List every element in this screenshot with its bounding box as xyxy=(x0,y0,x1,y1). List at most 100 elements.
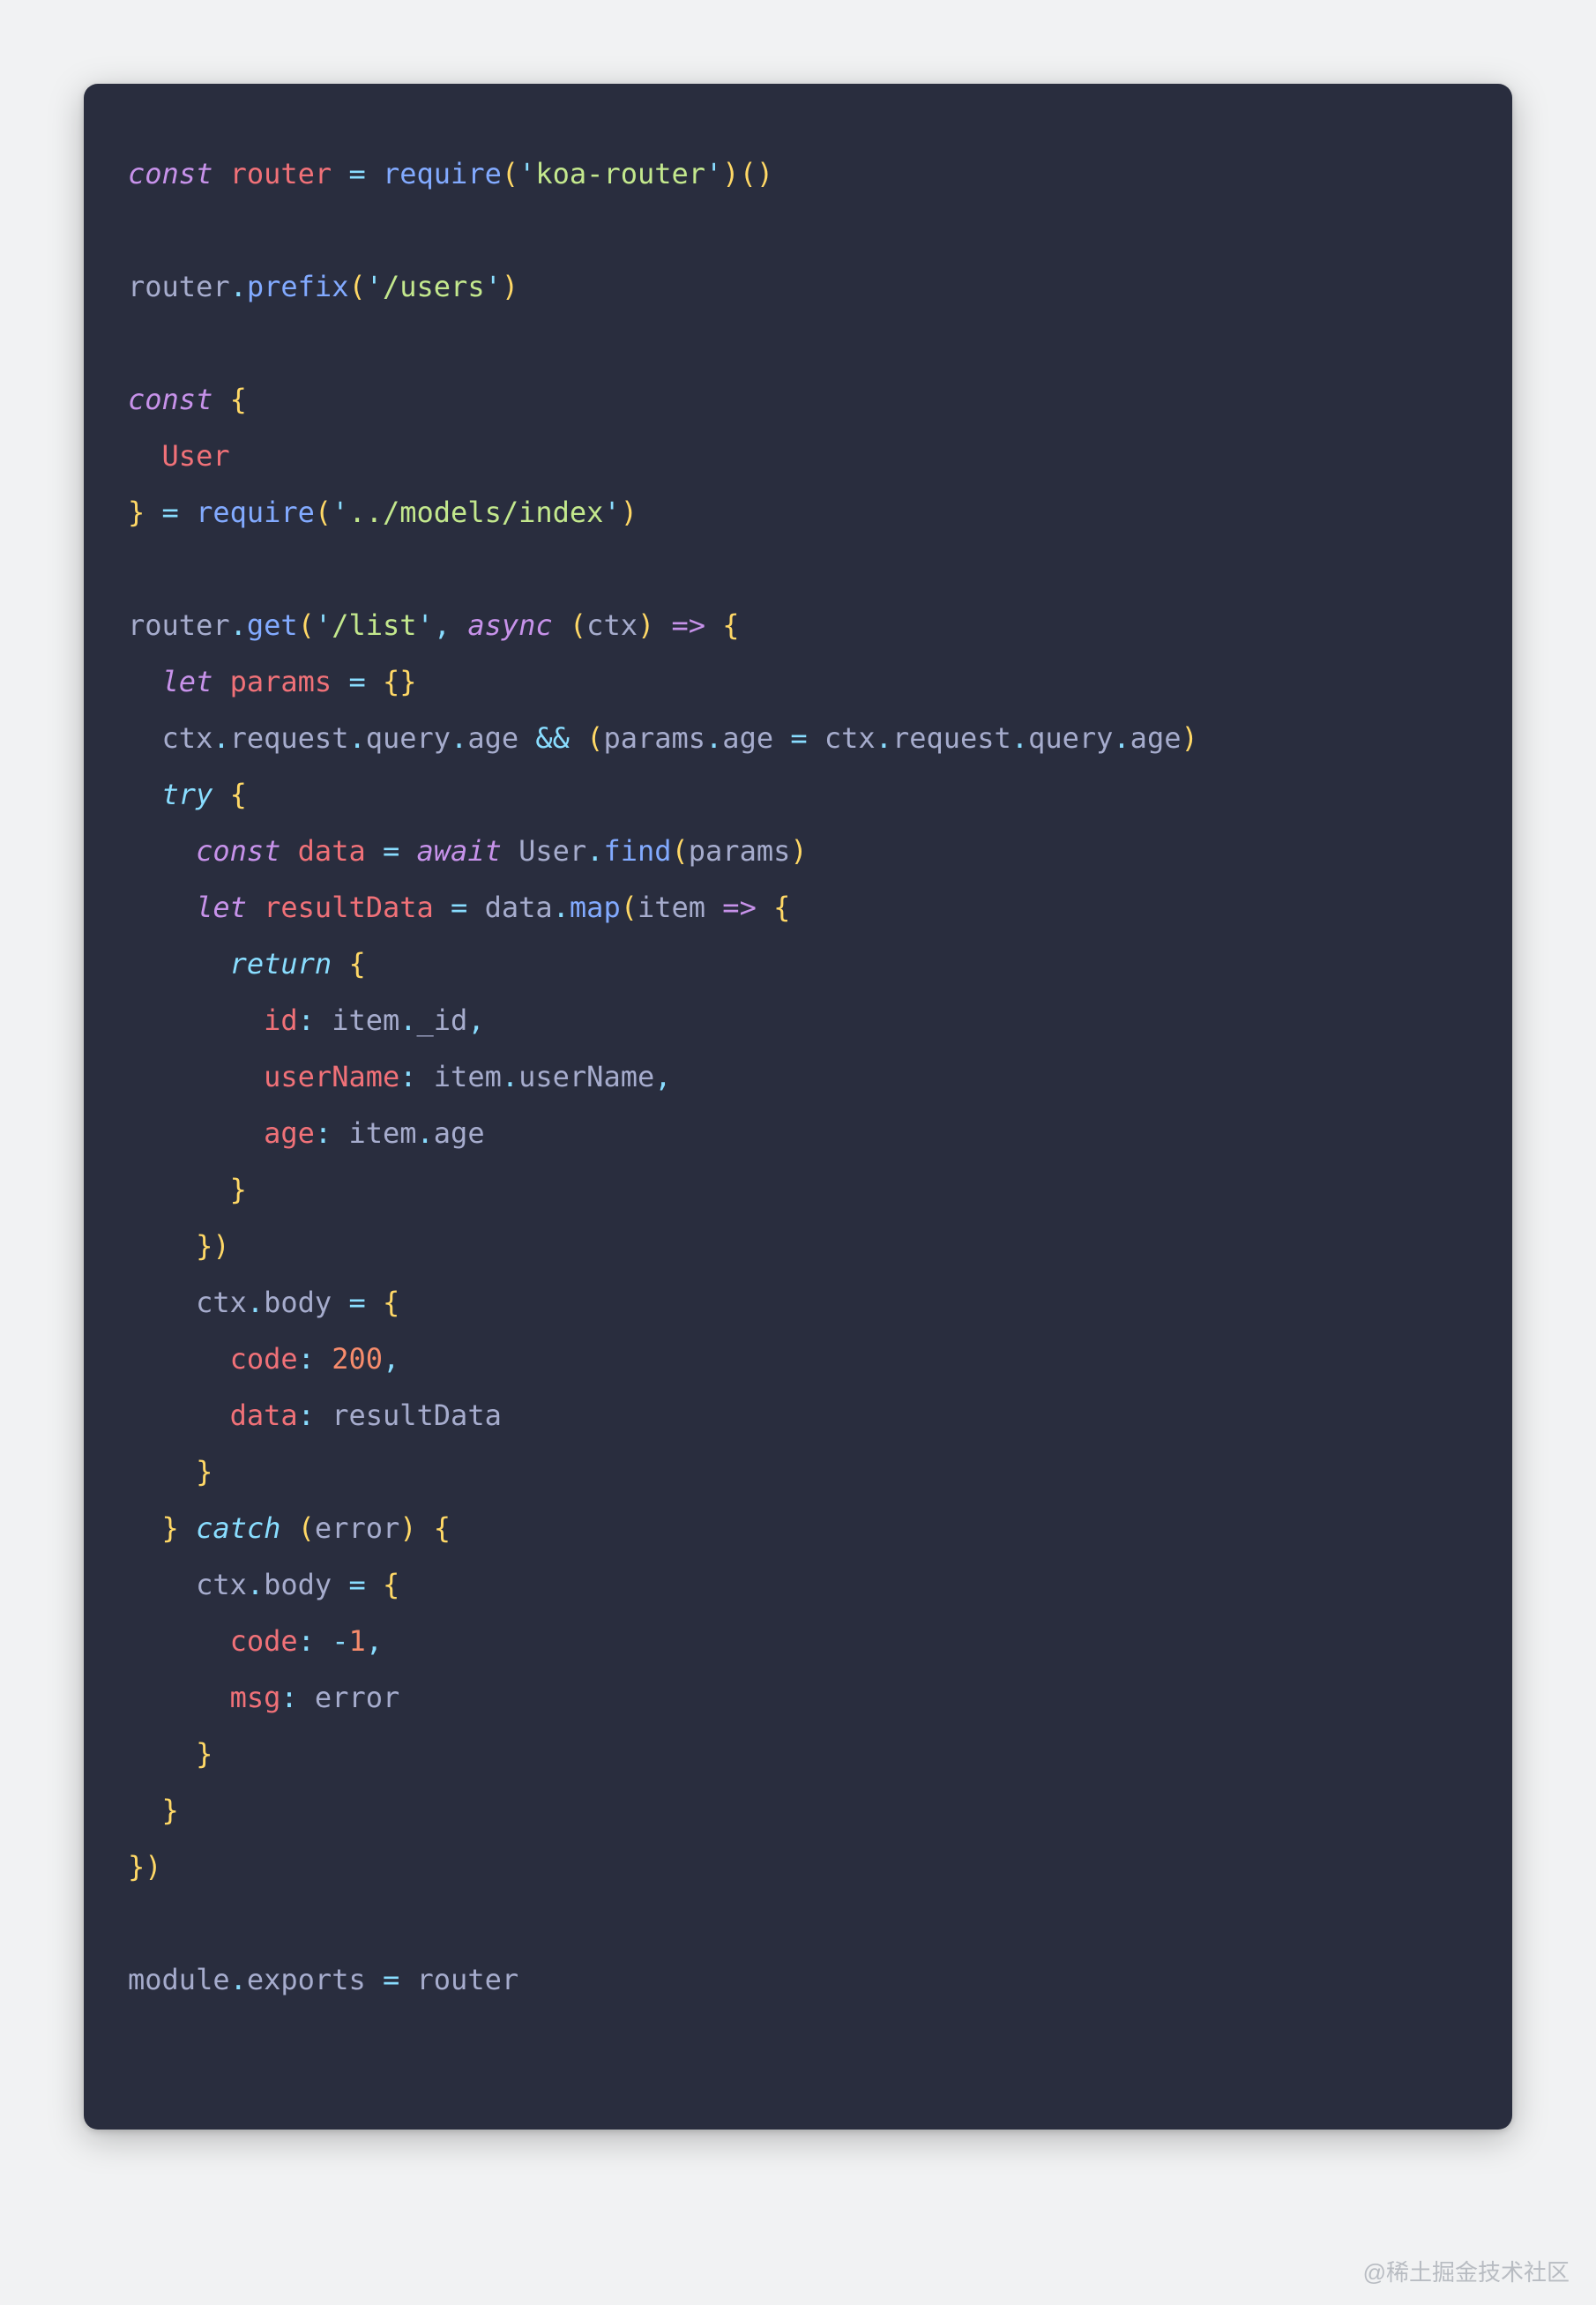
token-plain xyxy=(128,1681,230,1714)
token-kw-flow: return xyxy=(230,947,332,981)
token-kw-decl: const xyxy=(196,834,280,868)
token-plain xyxy=(315,1399,332,1432)
token-plain xyxy=(315,1003,332,1037)
token-op: = xyxy=(348,1286,365,1319)
token-plain xyxy=(808,721,824,755)
token-op: : xyxy=(298,1003,315,1037)
token-paren: } xyxy=(230,1173,247,1206)
token-prop: request xyxy=(230,721,349,755)
token-plain xyxy=(705,608,722,642)
token-plain xyxy=(773,721,790,755)
token-op: , xyxy=(434,608,451,642)
token-obj: error xyxy=(315,1681,399,1714)
token-fn: map xyxy=(570,891,621,924)
token-str: /users xyxy=(383,270,485,303)
token-obj: data xyxy=(485,891,553,924)
token-kw-decl: let xyxy=(196,891,247,924)
token-op: && xyxy=(535,721,570,755)
token-ident: age xyxy=(264,1116,315,1150)
token-op: ' xyxy=(366,270,383,303)
token-paren: { xyxy=(383,1568,399,1601)
token-plain xyxy=(654,608,671,642)
token-plain xyxy=(757,891,773,924)
token-plain xyxy=(570,721,586,755)
token-plain xyxy=(366,1568,383,1601)
token-obj: item xyxy=(332,1003,399,1037)
token-paren: ( xyxy=(570,608,586,642)
token-op: : xyxy=(280,1681,297,1714)
token-obj: error xyxy=(315,1511,399,1545)
token-plain xyxy=(213,778,229,811)
token-plain xyxy=(399,1963,416,1996)
token-obj: User xyxy=(518,834,586,868)
token-obj: module xyxy=(128,1963,230,1996)
token-obj: ctx xyxy=(824,721,876,755)
token-op: . xyxy=(247,1286,264,1319)
token-ident: resultData xyxy=(264,891,434,924)
token-op: , xyxy=(366,1624,383,1658)
token-kw-await: await xyxy=(417,834,502,868)
token-op: ' xyxy=(332,496,348,529)
token-plain xyxy=(366,1963,383,1996)
token-plain xyxy=(145,496,161,529)
token-op: . xyxy=(417,1116,434,1150)
token-plain xyxy=(553,608,570,642)
token-prop: age xyxy=(722,721,773,755)
token-paren: }) xyxy=(128,1850,162,1884)
token-paren: { xyxy=(230,778,247,811)
token-plain xyxy=(366,1286,383,1319)
token-ident: code xyxy=(230,1342,298,1376)
token-plain xyxy=(213,383,229,416)
token-op: . xyxy=(553,891,570,924)
token-arrow: => xyxy=(672,608,706,642)
token-obj: router xyxy=(417,1963,519,1996)
token-paren: { xyxy=(722,608,739,642)
token-paren: )() xyxy=(722,157,773,190)
token-ident: msg xyxy=(230,1681,281,1714)
token-plain xyxy=(280,834,297,868)
token-ident: data xyxy=(230,1399,298,1432)
token-op: = xyxy=(790,721,807,755)
token-op: = xyxy=(348,1568,365,1601)
token-op: . xyxy=(502,1060,518,1093)
token-prop: query xyxy=(1028,721,1113,755)
token-prop: request xyxy=(892,721,1011,755)
token-plain xyxy=(417,1060,434,1093)
token-paren: ) xyxy=(502,270,518,303)
token-plain xyxy=(128,834,196,868)
token-plain xyxy=(213,157,229,190)
token-op: ' xyxy=(705,157,722,190)
token-paren: { xyxy=(348,947,365,981)
token-obj: item xyxy=(638,891,705,924)
token-plain xyxy=(366,157,383,190)
token-obj: item xyxy=(348,1116,416,1150)
token-plain xyxy=(366,665,383,698)
token-arrow: => xyxy=(722,891,757,924)
token-kw-decl: let xyxy=(162,665,213,698)
token-paren: ( xyxy=(298,1511,315,1545)
token-obj: ctx xyxy=(196,1568,247,1601)
token-obj: router xyxy=(128,608,230,642)
token-op: ' xyxy=(603,496,620,529)
token-kw-decl: const xyxy=(128,157,213,190)
token-prop: body xyxy=(264,1568,332,1601)
token-plain xyxy=(332,665,348,698)
token-op: = xyxy=(451,891,467,924)
token-op: = xyxy=(348,157,365,190)
token-plain xyxy=(128,1794,162,1827)
token-prop: body xyxy=(264,1286,332,1319)
token-paren: } xyxy=(162,1511,179,1545)
token-kw-flow: try xyxy=(162,778,213,811)
token-obj: item xyxy=(434,1060,502,1093)
token-paren: { xyxy=(230,383,247,416)
token-plain xyxy=(128,1003,264,1037)
token-plain xyxy=(705,891,722,924)
token-plain xyxy=(467,891,484,924)
token-plain xyxy=(332,1568,348,1601)
token-prop: age xyxy=(467,721,518,755)
watermark: @稀土掘金技术社区 xyxy=(1363,2255,1570,2287)
token-prop: age xyxy=(434,1116,485,1150)
token-plain xyxy=(332,1116,348,1150)
token-ident: code xyxy=(230,1624,298,1658)
token-prop: age xyxy=(1130,721,1182,755)
